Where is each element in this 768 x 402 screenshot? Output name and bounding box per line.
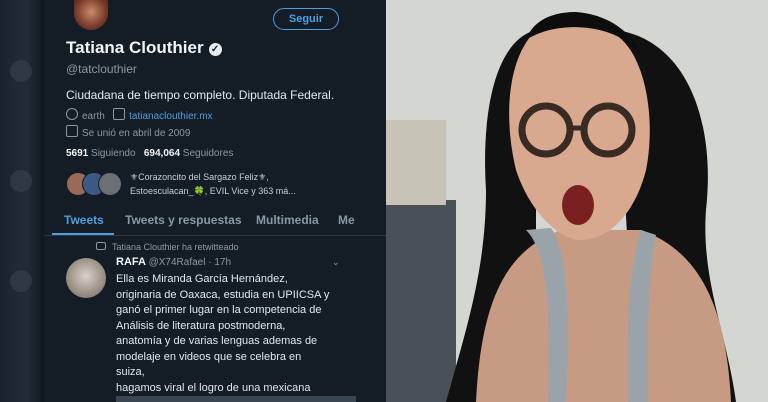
retweet-note: Tatiana Clouthier ha retwitteado	[96, 242, 239, 252]
profile-meta: earth tatianaclouthier.mx	[66, 108, 213, 122]
tweet-line: hagamos viral el logro de una mexicana	[116, 381, 311, 394]
shelf-shape	[386, 120, 446, 205]
verified-badge-icon: ✓	[208, 43, 222, 56]
tab-tweets-replies[interactable]: Tweets y respuestas	[125, 213, 242, 227]
tab-tweets[interactable]: Tweets	[64, 213, 104, 227]
profile-avatar[interactable]	[74, 0, 108, 30]
profile-website-link[interactable]: tatianaclouthier.mx	[129, 111, 212, 122]
link-icon	[113, 108, 126, 120]
known-followers-text[interactable]: ⚜Corazoncito del Sargazo Feliz⚜, Estoesc…	[130, 170, 360, 198]
profile-tabs: Tweets Tweets y respuestas Multimedia Me	[44, 205, 386, 236]
tweet-line: suiza,	[116, 366, 145, 378]
profile-joined-row: Se unió en abril de 2009	[66, 125, 190, 139]
twitter-profile-panel: Seguir Tatiana Clouthier ✓ @tatclouthier …	[44, 0, 386, 402]
tweet-author-row: RAFA @X74Rafael · 17h	[116, 256, 231, 268]
sofa-shape	[386, 200, 456, 402]
tab-likes[interactable]: Me	[338, 213, 355, 227]
blur-blob	[10, 60, 32, 82]
blur-blob	[10, 170, 32, 192]
following-count[interactable]: 5691	[66, 148, 88, 159]
tweet-options-chevron-icon[interactable]: ⌄	[332, 257, 340, 268]
known-followers-line: Estoesculacan_🍀, EVIL Vice y 363 má...	[130, 186, 296, 196]
profile-name: Tatiana Clouthier	[66, 38, 204, 57]
known-follower-avatar[interactable]	[98, 172, 122, 196]
tweet-author-handle[interactable]: @X74Rafael · 17h	[149, 257, 231, 268]
tweet-media-preview[interactable]	[116, 396, 356, 402]
profile-location: earth	[82, 111, 105, 122]
profile-joined: Se unió en abril de 2009	[82, 128, 191, 139]
profile-name-row: Tatiana Clouthier ✓	[66, 38, 222, 58]
tweet-line: Análisis de literatura postmoderna,	[116, 319, 286, 332]
tweet-author-avatar[interactable]	[66, 258, 106, 298]
photo-illustration	[386, 0, 768, 402]
retweet-icon	[96, 242, 106, 250]
tweet-line: originaria de Oaxaca, estudia en UPIICSA…	[116, 288, 330, 301]
tweet-line: Ella es Miranda García Hernández,	[116, 273, 288, 285]
following-label[interactable]: Siguiendo	[91, 148, 135, 159]
open-mouth	[562, 185, 594, 225]
tab-media[interactable]: Multimedia	[256, 213, 319, 227]
profile-stats: 5691 Siguiendo 694,064 Seguidores	[66, 148, 233, 159]
active-tab-indicator	[52, 233, 114, 235]
webcam-photo	[386, 0, 768, 402]
blurred-left-edge	[0, 0, 44, 402]
tweet-line: ganó el primer lugar en la competencia d…	[116, 304, 322, 316]
retweet-note-text: Tatiana Clouthier ha retwitteado	[112, 242, 239, 252]
followers-label[interactable]: Seguidores	[183, 148, 234, 159]
tweet-author-name[interactable]: RAFA	[116, 256, 146, 268]
tweet-body: Ella es Miranda García Hernández, origin…	[116, 272, 356, 396]
followers-count[interactable]: 694,064	[144, 148, 180, 159]
profile-handle: @tatclouthier	[66, 62, 137, 76]
calendar-icon	[66, 125, 78, 137]
tweet-line: anatomía y de varias lenguas ademas de	[116, 335, 318, 347]
blur-blob	[10, 270, 32, 292]
tweet-line: modelaje en videos que se celebra en	[116, 350, 302, 363]
follow-button[interactable]: Seguir	[273, 8, 339, 30]
known-followers-line: ⚜Corazoncito del Sargazo Feliz⚜,	[130, 172, 269, 182]
location-icon	[66, 108, 78, 120]
profile-bio: Ciudadana de tiempo completo. Diputada F…	[66, 88, 335, 102]
